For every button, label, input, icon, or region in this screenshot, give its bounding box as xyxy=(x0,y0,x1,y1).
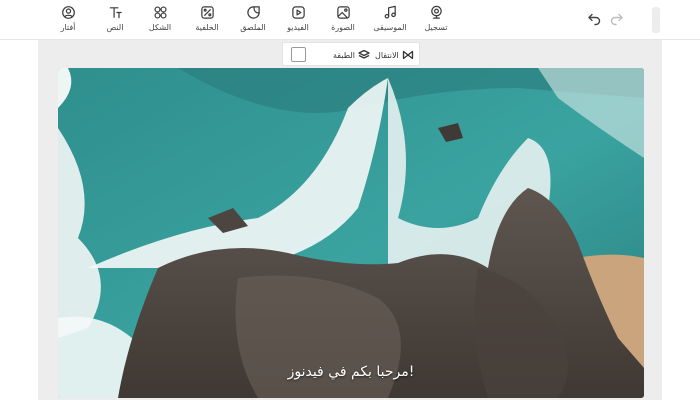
tool-shape[interactable]: الشكل xyxy=(138,5,182,35)
redo-button[interactable] xyxy=(609,11,625,27)
undo-icon xyxy=(588,13,601,26)
transition-label: الانتقال xyxy=(375,50,399,60)
background-icon xyxy=(200,6,214,19)
video-frame-image xyxy=(58,68,644,398)
tool-music[interactable]: الموسيقى xyxy=(368,5,412,35)
tool-label-sticker: الملصق xyxy=(240,23,266,32)
undo-button[interactable] xyxy=(586,11,602,27)
tool-label-shape: الشكل xyxy=(148,23,172,32)
tool-label-record: تسجيل xyxy=(424,23,448,32)
tool-video[interactable]: الفيديو xyxy=(276,5,320,35)
text-icon xyxy=(109,7,122,19)
image-icon xyxy=(336,6,350,19)
tool-sticker[interactable]: الملصق xyxy=(231,5,275,35)
redo-icon xyxy=(610,13,623,26)
tool-background[interactable]: الخلفية xyxy=(185,5,229,35)
tool-label-text: النص xyxy=(106,23,124,32)
tool-label-image: الصورة xyxy=(331,23,355,32)
layer-button[interactable]: الطبقة xyxy=(333,48,370,62)
tool-avatar[interactable]: أفتار xyxy=(46,5,90,35)
tool-record[interactable]: تسجيل xyxy=(414,5,458,35)
avatar-icon xyxy=(61,6,75,19)
video-caption[interactable]: مرحبا بكم في فيدنوز! xyxy=(58,364,644,380)
tool-label-avatar: أفتار xyxy=(60,23,76,32)
toolbar-scrollbar[interactable] xyxy=(652,7,660,33)
top-toolbar: تسجيل الموسيقى الصورة الفيديو الملصق الخ… xyxy=(0,0,700,40)
record-icon xyxy=(430,5,442,19)
transition-icon xyxy=(402,50,413,60)
tool-label-music: الموسيقى xyxy=(373,23,407,32)
tool-label-background: الخلفية xyxy=(195,23,219,32)
tool-label-video: الفيديو xyxy=(287,23,309,32)
color-swatch[interactable] xyxy=(291,47,306,62)
element-subtoolbar: الطبقة الانتقال xyxy=(282,42,420,66)
sticker-icon xyxy=(246,6,260,19)
video-icon xyxy=(291,6,305,19)
music-icon xyxy=(384,5,396,19)
tool-image[interactable]: الصورة xyxy=(321,5,365,35)
shape-icon xyxy=(153,6,167,19)
transition-button[interactable]: الانتقال xyxy=(375,48,414,62)
tool-text[interactable]: النص xyxy=(93,5,137,35)
layer-label: الطبقة xyxy=(333,50,355,60)
video-preview[interactable]: مرحبا بكم في فيدنوز! xyxy=(58,68,644,398)
layers-icon xyxy=(358,49,370,59)
